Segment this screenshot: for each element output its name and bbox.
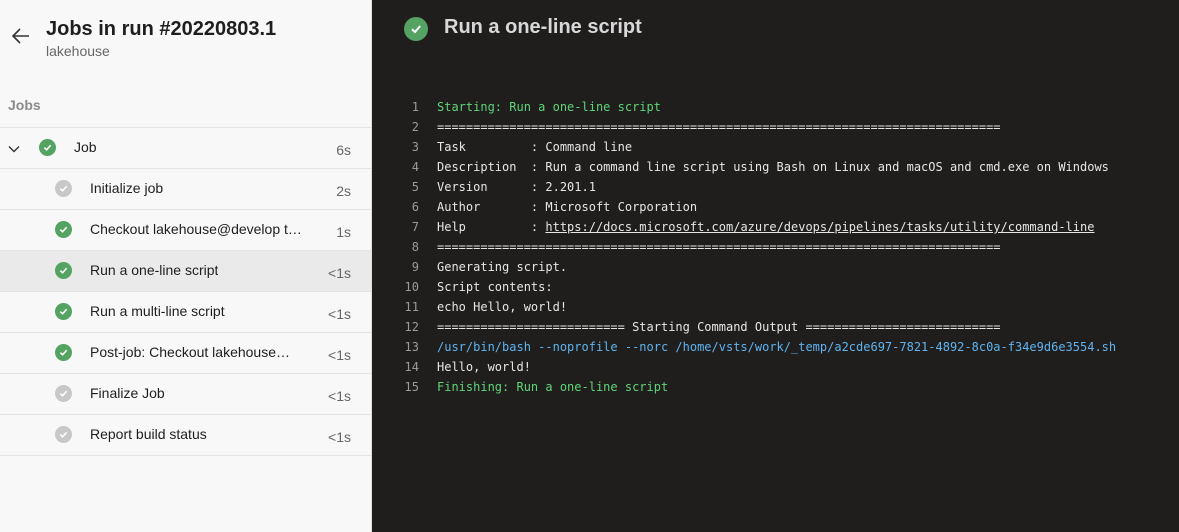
log-line: 9 Generating script. bbox=[390, 257, 1116, 277]
line-text: Task : Command line bbox=[437, 140, 633, 154]
log-line: 3 Task : Command line bbox=[390, 137, 1116, 157]
line-number: 6 bbox=[411, 200, 419, 214]
step-duration: 2s bbox=[336, 183, 351, 199]
step-row[interactable]: Finalize Job <1s bbox=[0, 374, 371, 415]
step-duration: <1s bbox=[328, 265, 351, 281]
help-link[interactable]: https://docs.microsoft.com/azure/devops/… bbox=[545, 220, 1094, 234]
line-number: 12 bbox=[404, 320, 419, 334]
log-line: 12 ========================== Starting Co… bbox=[390, 317, 1116, 337]
jobs-sidebar: Jobs in run #20220803.1 lakehouse Jobs J… bbox=[0, 0, 372, 532]
line-number: 11 bbox=[404, 300, 419, 314]
jobs-list: Job 6s Initialize job 2s Checkout lakehous… bbox=[0, 127, 371, 456]
log-line: 6 Author : Microsoft Corporation bbox=[390, 197, 1116, 217]
line-text: Script contents: bbox=[437, 280, 553, 294]
job-label: Job bbox=[74, 139, 97, 155]
line-number: 14 bbox=[404, 360, 419, 374]
line-text: Version : 2.201.1 bbox=[437, 180, 596, 194]
jobs-section-label: Jobs bbox=[8, 97, 41, 113]
line-text: /usr/bin/bash --noprofile --norc /home/v… bbox=[437, 340, 1117, 354]
step-duration: <1s bbox=[328, 429, 351, 445]
skipped-check-icon bbox=[55, 385, 72, 402]
check-circle-icon bbox=[404, 17, 428, 41]
line-number: 9 bbox=[411, 260, 419, 274]
log-line: 8 =======================================… bbox=[390, 237, 1116, 257]
check-circle-icon bbox=[55, 303, 72, 320]
step-row[interactable]: Run a multi-line script <1s bbox=[0, 292, 371, 333]
line-text: ========================== Starting Comm… bbox=[437, 320, 1001, 334]
log-line: 1 Starting: Run a one-line script bbox=[390, 97, 1116, 117]
log-line: 11 echo Hello, world! bbox=[390, 297, 1116, 317]
line-number: 10 bbox=[404, 280, 419, 294]
step-row[interactable]: Report build status <1s bbox=[0, 415, 371, 456]
step-duration: <1s bbox=[328, 388, 351, 404]
step-label: Finalize Job bbox=[90, 385, 165, 401]
chevron-down-icon[interactable] bbox=[8, 142, 20, 154]
step-label: Run a multi-line script bbox=[90, 303, 225, 319]
log-line: 15 Finishing: Run a one-line script bbox=[390, 377, 1116, 397]
back-arrow-icon[interactable] bbox=[10, 25, 32, 47]
log-line: 5 Version : 2.201.1 bbox=[390, 177, 1116, 197]
line-number: 8 bbox=[411, 240, 419, 254]
sidebar-header: Jobs in run #20220803.1 lakehouse bbox=[0, 0, 371, 80]
line-text: Description : Run a command line script … bbox=[437, 160, 1109, 174]
step-duration: 1s bbox=[336, 224, 351, 240]
line-number: 15 bbox=[404, 380, 419, 394]
line-text: Finishing: Run a one-line script bbox=[437, 380, 669, 394]
line-text: Help : bbox=[437, 220, 546, 234]
line-text: ========================================… bbox=[437, 120, 1001, 134]
log-line: 14 Hello, world! bbox=[390, 357, 1116, 377]
check-circle-icon bbox=[55, 221, 72, 238]
skipped-check-icon bbox=[55, 426, 72, 443]
page-title: Jobs in run #20220803.1 bbox=[46, 18, 277, 40]
step-label: Run a one-line script bbox=[90, 262, 219, 278]
step-label: Checkout lakehouse@develop to s bbox=[90, 221, 305, 237]
log-panel: Run a one-line script 1 Starting: Run a o… bbox=[372, 0, 1179, 532]
step-label: Post-job: Checkout lakehouse… bbox=[90, 344, 290, 360]
line-number: 7 bbox=[411, 220, 419, 234]
log-output: 1 Starting: Run a one-line script 2 =======… bbox=[390, 97, 1117, 397]
line-number: 2 bbox=[411, 120, 419, 134]
step-row[interactable]: Run a one-line script <1s bbox=[0, 251, 371, 292]
line-text: Starting: Run a one-line script bbox=[437, 100, 661, 114]
line-number: 1 bbox=[411, 100, 419, 114]
job-row[interactable]: Job 6s bbox=[0, 128, 371, 169]
job-duration: 6s bbox=[336, 142, 351, 158]
log-line: 2 =======================================… bbox=[390, 117, 1116, 137]
step-duration: <1s bbox=[328, 306, 351, 322]
line-text: Author : Microsoft Corporation bbox=[437, 200, 698, 214]
step-row[interactable]: Initialize job 2s bbox=[0, 169, 371, 210]
log-line: 13/usr/bin/bash --noprofile --norc /home… bbox=[390, 337, 1117, 357]
step-label: Report build status bbox=[90, 426, 207, 442]
pipeline-name: lakehouse bbox=[46, 43, 110, 59]
step-duration: <1s bbox=[328, 347, 351, 363]
line-number: 3 bbox=[411, 140, 419, 154]
step-title: Run a one-line script bbox=[444, 16, 642, 38]
line-text: Generating script. bbox=[437, 260, 568, 274]
step-row[interactable]: Post-job: Checkout lakehouse… <1s bbox=[0, 333, 371, 374]
line-text: echo Hello, world! bbox=[437, 300, 568, 314]
check-circle-icon bbox=[55, 344, 72, 361]
check-circle-icon bbox=[55, 262, 72, 279]
log-line: 10 Script contents: bbox=[390, 277, 1116, 297]
log-line: 4 Description : Run a command line script… bbox=[390, 157, 1116, 177]
log-line: 7 Help : https://docs.microsoft.com/azure… bbox=[390, 217, 1116, 237]
line-number: 5 bbox=[411, 180, 419, 194]
skipped-check-icon bbox=[55, 180, 72, 197]
check-circle-icon bbox=[39, 139, 56, 156]
line-text: Hello, world! bbox=[437, 360, 531, 374]
line-number: 13 bbox=[404, 340, 419, 354]
step-row[interactable]: Checkout lakehouse@develop to s 1s bbox=[0, 210, 371, 251]
step-label: Initialize job bbox=[90, 180, 164, 196]
line-text: ========================================… bbox=[437, 240, 1001, 254]
line-number: 4 bbox=[411, 160, 419, 174]
